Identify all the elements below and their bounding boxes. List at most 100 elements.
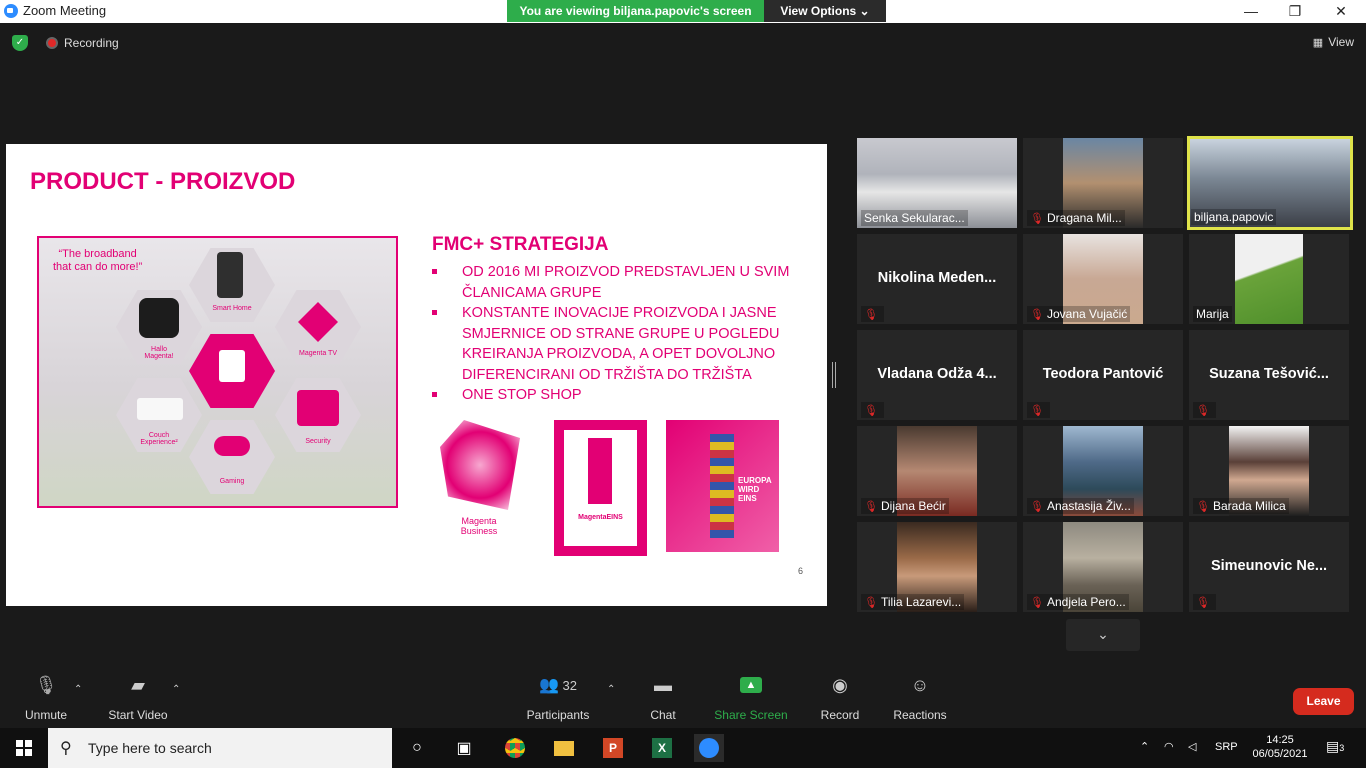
participant-tile[interactable]: Marija: [1189, 234, 1349, 324]
mic-muted-row: 🎙: [1027, 402, 1050, 418]
logo-caption: MagentaEINS: [578, 514, 623, 521]
participant-name-large: Suzana Tešović...: [1209, 366, 1329, 382]
participant-tile[interactable]: Nikolina Meden... 🎙: [857, 234, 1017, 324]
magenta-eins-logo: MagentaEINS: [554, 420, 647, 556]
gallery-next-page-button[interactable]: ⌄: [1066, 619, 1140, 651]
zoom-logo-icon: [4, 3, 18, 18]
keyboard-language[interactable]: SRP: [1215, 741, 1238, 753]
participant-tile[interactable]: 🎙 Andjela Pero...: [1023, 522, 1183, 612]
participant-tile[interactable]: 🎙 Tilia Lazarevi...: [857, 522, 1017, 612]
participant-tile[interactable]: Teodora Pantović 🎙: [1023, 330, 1183, 420]
product-hex-graphic: “The broadband that can do more!” Smart …: [37, 236, 398, 508]
maximize-button[interactable]: ❐: [1272, 0, 1318, 23]
participant-name-row: 🎙 Andjela Pero...: [1027, 594, 1129, 610]
mic-muted-icon: 🎙: [1196, 405, 1210, 417]
participant-tile[interactable]: 🎙 Jovana Vujačić: [1023, 234, 1183, 324]
minimize-button[interactable]: —: [1228, 0, 1274, 23]
mic-muted-icon: 🎙: [864, 309, 878, 321]
participant-name: Marija: [1193, 306, 1232, 322]
participant-name: Andjela Pero...: [1047, 595, 1126, 609]
search-placeholder: Type here to search: [88, 740, 212, 756]
meeting-toolbar: 🎙 Unmute ⌃ ▰ Start Video ⌃ 👥 32 Particip…: [0, 672, 1366, 728]
chrome-icon[interactable]: [500, 734, 530, 762]
video-options-caret[interactable]: ⌃: [172, 684, 180, 695]
participants-options-caret[interactable]: ⌃: [607, 684, 615, 695]
crystal-one-icon: [440, 420, 520, 510]
participant-tile-active-speaker[interactable]: biljana.papovic: [1187, 136, 1353, 230]
chevron-down-icon: ⌄: [1097, 626, 1109, 642]
participant-tile[interactable]: 🎙 Anastasija Živ...: [1023, 426, 1183, 516]
share-screen-label: Share Screen: [714, 708, 788, 722]
broadband-tagline: “The broadband that can do more!”: [53, 248, 143, 273]
emoji-icon: ☺: [910, 674, 930, 695]
slide-page-number: 6: [798, 566, 804, 576]
mic-muted-icon: 🎙: [1030, 213, 1044, 225]
audio-options-caret[interactable]: ⌃: [74, 684, 82, 695]
powerpoint-icon[interactable]: P: [598, 734, 628, 762]
clock[interactable]: 14:25 06/05/2021: [1250, 733, 1310, 761]
notifications-button[interactable]: ▤3: [1326, 738, 1344, 755]
participant-name-large: Simeunovic Ne...: [1210, 558, 1328, 574]
close-button[interactable]: ✕: [1318, 0, 1364, 23]
cortana-icon[interactable]: ○: [402, 734, 432, 762]
recording-label: Recording: [64, 36, 119, 50]
meeting-topbar: ✓ Recording ▦ View: [0, 23, 1366, 63]
gamepad-icon: [214, 436, 250, 456]
participant-name-large: Vladana Odža 4...: [877, 366, 997, 382]
participant-tile[interactable]: 🎙 Dragana Mil...: [1023, 138, 1183, 228]
participant-tile[interactable]: Simeunovic Ne... 🎙: [1189, 522, 1349, 612]
participant-tile[interactable]: Suzana Tešović... 🎙: [1189, 330, 1349, 420]
participant-tile[interactable]: Senka Sekularac...: [857, 138, 1017, 228]
start-video-button[interactable]: ▰ Start Video: [104, 672, 172, 723]
mic-muted-icon: 🎙: [1030, 597, 1044, 609]
leave-button[interactable]: Leave: [1293, 688, 1354, 715]
participants-button[interactable]: 👥 32 Participants: [524, 672, 592, 722]
record-button[interactable]: ◉ Record: [815, 672, 865, 723]
bullet-item: KONSTANTE INOVACIJE PROIZVODA I JASNE SM…: [432, 303, 802, 385]
phone-icon: [217, 252, 243, 298]
share-screen-button[interactable]: ▲ Share Screen: [712, 672, 790, 722]
participant-tile[interactable]: 🎙 Barada Milica: [1189, 426, 1349, 516]
network-icon[interactable]: ◠: [1164, 740, 1174, 753]
split-resize-handle[interactable]: [832, 362, 836, 388]
file-explorer-icon[interactable]: [549, 734, 579, 762]
volume-icon[interactable]: ◁: [1188, 740, 1196, 753]
unmute-button[interactable]: 🎙 Unmute: [20, 672, 72, 723]
participant-tile[interactable]: Vladana Odža 4... 🎙: [857, 330, 1017, 420]
view-button[interactable]: ▦ View: [1313, 35, 1354, 49]
participant-tile[interactable]: 🎙 Dijana Bećir: [857, 426, 1017, 516]
bullet-item: ONE STOP SHOP: [432, 385, 802, 406]
tray-chevron-up-icon[interactable]: ⌃: [1140, 740, 1149, 753]
start-button[interactable]: [0, 728, 48, 768]
participant-name-row: 🎙 Dragana Mil...: [1027, 210, 1125, 226]
logo-caption: EUROPA WIRD EINS: [738, 476, 772, 503]
lock-icon: [297, 390, 339, 426]
record-dot-icon: [46, 37, 58, 49]
notification-count: 3: [1339, 743, 1345, 753]
reactions-button[interactable]: ☺ Reactions: [890, 672, 950, 723]
taskbar-search-box[interactable]: ⚲ Type here to search: [48, 728, 392, 768]
mic-muted-row: 🎙: [861, 306, 884, 322]
participants-label: Participants: [526, 708, 590, 722]
logo-caption: Magenta Business: [460, 516, 498, 536]
europa-eins-logo: EUROPA WIRD EINS: [666, 420, 779, 552]
zoom-taskbar-icon[interactable]: [694, 734, 724, 762]
app-title: Zoom Meeting: [4, 3, 106, 18]
hex-label: Security: [305, 438, 331, 445]
video-off-icon: ▰: [131, 674, 145, 695]
mic-muted-icon: 🎙: [1196, 597, 1210, 609]
hex-label: FMC/One connectivity: [213, 388, 251, 402]
mic-muted-icon: 🎙: [864, 501, 878, 513]
participant-name-row: 🎙 Jovana Vujačić: [1027, 306, 1131, 322]
security-shield-icon[interactable]: ✓: [12, 35, 28, 51]
participant-count: 32: [562, 677, 577, 693]
view-options-button[interactable]: View Options ⌄: [764, 0, 886, 22]
record-icon: ◉: [832, 674, 848, 695]
task-view-icon[interactable]: ▣: [449, 734, 479, 762]
participant-name: Dragana Mil...: [1047, 211, 1122, 225]
chat-button[interactable]: ▬ Chat: [640, 672, 686, 723]
mic-muted-icon: 🎙: [34, 674, 58, 695]
fmc-strategy-title: FMC+ STRATEGIJA: [432, 234, 609, 255]
participant-name-row: 🎙 Anastasija Živ...: [1027, 498, 1134, 514]
excel-icon[interactable]: X: [647, 734, 677, 762]
